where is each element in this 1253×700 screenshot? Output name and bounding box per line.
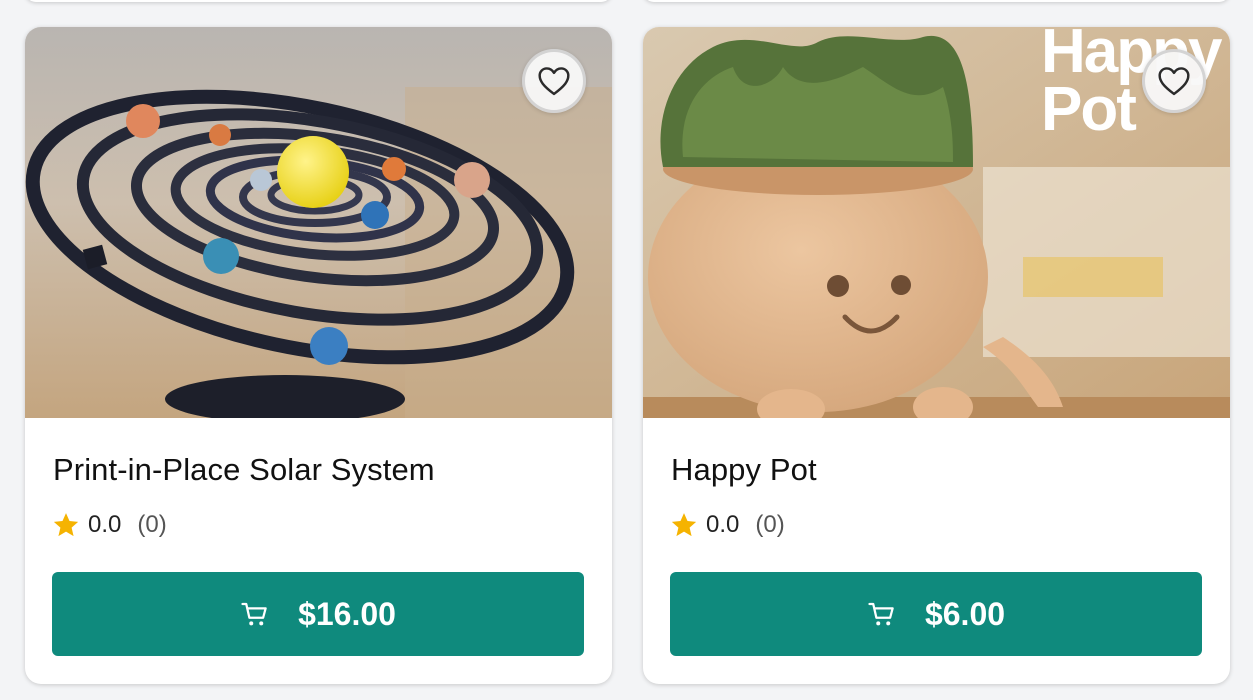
rating-row: 0.0 (0) (670, 511, 785, 539)
rating-row: 0.0 (0) (52, 511, 167, 539)
star-icon (671, 513, 697, 537)
product-card[interactable]: Print-in-Place Solar System 0.0 (0) $16.… (25, 27, 612, 684)
add-to-cart-button[interactable]: $16.00 (52, 572, 584, 656)
star-icon (53, 513, 79, 537)
heart-outline-icon (1158, 67, 1190, 96)
cart-icon (868, 602, 894, 626)
product-title[interactable]: Print-in-Place Solar System (53, 452, 435, 488)
previous-card-edge (643, 0, 1230, 2)
cart-icon (241, 602, 267, 626)
add-to-cart-button[interactable]: $6.00 (670, 572, 1202, 656)
rating-value: 0.0 (88, 511, 122, 538)
review-count: (0) (137, 511, 167, 538)
favorite-button[interactable] (522, 49, 586, 113)
product-image[interactable] (25, 27, 612, 418)
product-title[interactable]: Happy Pot (671, 452, 817, 488)
previous-card-edge (25, 0, 612, 2)
heart-outline-icon (538, 67, 570, 96)
price: $16.00 (298, 595, 396, 632)
product-image[interactable]: Happy Pot (643, 27, 1230, 418)
product-card[interactable]: Happy Pot Happy Pot 0.0 (0) $6.00 (643, 27, 1230, 684)
review-count: (0) (755, 511, 785, 538)
favorite-button[interactable] (1142, 49, 1206, 113)
price: $6.00 (924, 595, 1006, 632)
rating-value: 0.0 (706, 511, 740, 538)
